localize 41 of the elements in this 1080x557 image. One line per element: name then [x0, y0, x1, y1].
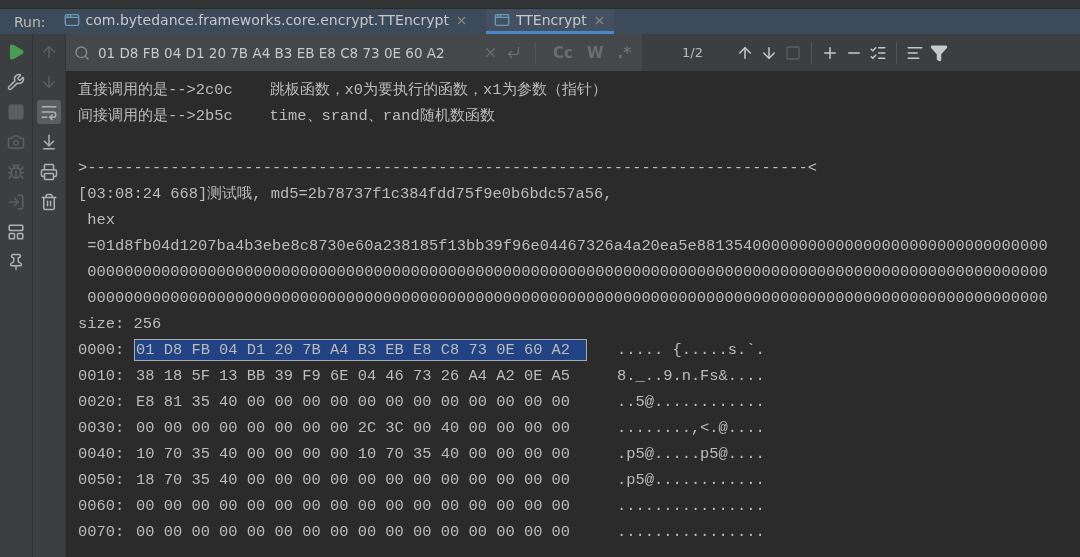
console-line: size: 256 [78, 315, 162, 333]
hex-bytes: 10 70 35 40 00 00 00 00 10 70 35 40 00 00 00 00 [135, 444, 572, 465]
hex-ascii: ..... {.....s.`. [617, 341, 765, 359]
tab[interactable]: TTEncrypt [485, 9, 614, 34]
hex-offset: 0060: [78, 497, 126, 515]
hex-ascii: .p5@............ [617, 471, 765, 489]
search-icon [74, 44, 90, 61]
console-line: 00000000000000000000000000000000000000000000000000000000000000000000000000000000000000000000000000000000 [86, 263, 1048, 281]
console-line: =01d8fb04d1207ba4b3ebe8c8730e60a238185f13bb39f96e04467326a4a20ea5e88135400000000000000000000000000000000 [86, 237, 1048, 255]
tab[interactable]: com.bytedance.frameworks.core.encrypt.TTEncrypt [55, 9, 476, 34]
hex-offset: 0010: [78, 367, 126, 385]
hex-bytes: 01 D8 FB 04 D1 20 7B A4 B3 EB E8 C8 73 0E 60 A2 [134, 339, 587, 361]
console-line: 间接调用的是-->2b5c time、srand、rand随机数函数 [78, 107, 495, 125]
window-icon [63, 12, 80, 28]
console-line: 00000000000000000000000000000000000000000000000000000000000000000000000000000000000000000000000000000000 [86, 289, 1048, 307]
hex-bytes: 00 00 00 00 00 00 00 00 00 00 00 00 00 00 00 00 [135, 496, 572, 517]
hex-ascii: ................ [617, 523, 765, 541]
hex-ascii: .p5@.....p5@.... [617, 445, 765, 463]
hex-offset: 0070: [78, 523, 126, 541]
hex-offset: 0000: [78, 341, 126, 359]
hex-offset: 0020: [78, 393, 126, 411]
console-line: hex [86, 211, 115, 229]
hex-ascii: ........,<.@.... [617, 419, 765, 437]
hex-offset: 0030: [78, 419, 126, 437]
hex-offset: 0050: [78, 471, 126, 489]
wrap-icon[interactable] [37, 100, 61, 124]
hex-bytes: 00 00 00 00 00 00 00 00 00 00 00 00 00 00 00 00 [135, 522, 572, 543]
match-count: 1/2 [682, 45, 703, 60]
console-line: [03:08:24 668]测试哦, md5=2b78737f1c384fdd75f9e0b6bdc57a56, [78, 185, 613, 203]
hex-offset: 0040: [78, 445, 126, 463]
run-label: Run: [14, 13, 46, 30]
hex-bytes: 00 00 00 00 00 00 00 00 2C 3C 00 40 00 00 00 00 [135, 418, 572, 439]
hex-bytes: E8 81 35 40 00 00 00 00 00 00 00 00 00 00 00 00 [135, 392, 572, 413]
hex-ascii: 8._..9.n.Fs&.... [617, 367, 765, 385]
window-icon [493, 12, 510, 28]
console-line: 直接调用的是-->2c0c 跳板函数，x0为要执行的函数，x1为参数（指针） [78, 81, 607, 99]
hex-bytes: 38 18 5F 13 BB 39 F9 6E 04 46 73 26 A4 A2 0E A5 [135, 366, 572, 387]
hex-bytes: 18 70 35 40 00 00 00 00 00 00 00 00 00 00 00 00 [135, 470, 572, 491]
hex-ascii: ..5@............ [617, 393, 765, 411]
separator-line: >------------------------------------------------------------------------------< [78, 159, 817, 177]
hex-ascii: ................ [617, 497, 765, 515]
